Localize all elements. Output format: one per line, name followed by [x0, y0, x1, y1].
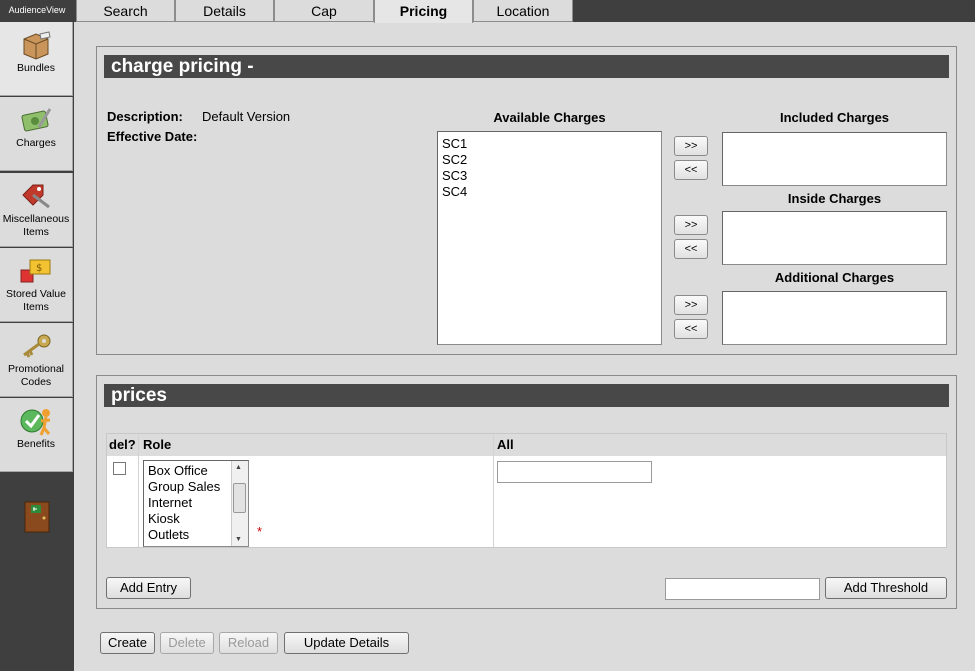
included-charges-list[interactable]: [722, 132, 947, 186]
add-additional-button[interactable]: >>: [674, 295, 708, 315]
all-price-input[interactable]: [497, 461, 652, 483]
scroll-thumb[interactable]: [233, 483, 246, 513]
sidebar: AudienceView Bundles Charges Miscellaneo…: [0, 0, 74, 671]
add-threshold-button[interactable]: Add Threshold: [825, 577, 947, 599]
misc-items-icon: [22, 184, 50, 209]
tab-location[interactable]: Location: [473, 0, 573, 22]
sidebar-item-label: Benefits: [17, 438, 55, 450]
included-charges-label: Included Charges: [779, 110, 890, 125]
svg-text:$: $: [36, 263, 42, 274]
sidebar-item-label: Promotional Codes: [7, 363, 65, 388]
description-label: Description:: [107, 109, 183, 124]
update-details-button[interactable]: Update Details: [284, 632, 409, 654]
charge-pricing-title: charge pricing -: [104, 55, 949, 78]
tab-pricing[interactable]: Pricing: [374, 0, 473, 23]
add-inside-button[interactable]: >>: [674, 215, 708, 235]
create-button[interactable]: Create: [100, 632, 155, 654]
inside-charges-label: Inside Charges: [787, 191, 882, 206]
list-item[interactable]: SC2: [438, 152, 661, 168]
prices-table: del? Role All Box Office Group Sales Int…: [106, 433, 947, 548]
additional-charges-list[interactable]: [722, 291, 947, 345]
tab-details[interactable]: Details: [175, 0, 274, 22]
sidebar-item-label: Bundles: [17, 62, 55, 74]
inside-charges-list[interactable]: [722, 211, 947, 265]
available-charges-label: Available Charges: [493, 110, 606, 125]
role-column-header: Role: [143, 437, 172, 452]
sidebar-item-label: Stored Value Items: [6, 288, 66, 313]
remove-included-button[interactable]: <<: [674, 160, 708, 180]
role-select[interactable]: Box Office Group Sales Internet Kiosk Ou…: [143, 460, 249, 547]
reload-button[interactable]: Reload: [219, 632, 278, 654]
column-divider: [493, 434, 494, 547]
sidebar-item-label: Miscellaneous Items: [2, 213, 70, 238]
remove-additional-button[interactable]: <<: [674, 319, 708, 339]
brand-logo: AudienceView: [0, 0, 74, 21]
description-value: Default Version: [202, 109, 291, 124]
role-scrollbar[interactable]: ▲ ▼: [231, 461, 248, 546]
additional-charges-label: Additional Charges: [774, 270, 895, 285]
all-column-header: All: [497, 437, 514, 452]
add-included-button[interactable]: >>: [674, 136, 708, 156]
delete-checkbox[interactable]: [113, 462, 126, 475]
prices-panel: prices del? Role All Box Office Group Sa…: [96, 375, 957, 609]
list-item[interactable]: SC3: [438, 168, 661, 184]
sidebar-item-stored-value-items[interactable]: $ Stored Value Items: [0, 248, 73, 322]
prices-title: prices: [104, 384, 949, 407]
tab-bar: Search Details Cap Pricing Location: [74, 0, 975, 23]
required-marker: *: [257, 524, 263, 539]
tab-cap[interactable]: Cap: [274, 0, 374, 22]
sidebar-item-bundles[interactable]: Bundles: [0, 22, 73, 96]
sidebar-item-charges[interactable]: Charges: [0, 97, 73, 171]
key-icon: [23, 334, 51, 358]
column-divider: [138, 434, 139, 547]
sidebar-item-promotional-codes[interactable]: Promotional Codes: [0, 323, 73, 397]
remove-inside-button[interactable]: <<: [674, 239, 708, 259]
list-item[interactable]: SC4: [438, 184, 661, 200]
del-column-header: del?: [109, 437, 136, 452]
bundles-icon: [23, 31, 51, 60]
add-entry-button[interactable]: Add Entry: [106, 577, 191, 599]
sidebar-item-benefits[interactable]: Benefits: [0, 398, 73, 472]
charges-icon: [21, 108, 52, 132]
exit-door-icon[interactable]: [24, 501, 50, 533]
delete-button[interactable]: Delete: [160, 632, 214, 654]
scroll-up-icon[interactable]: ▲: [235, 464, 242, 471]
sidebar-item-label: Charges: [16, 137, 56, 149]
list-item[interactable]: SC1: [438, 136, 661, 152]
sidebar-item-miscellaneous-items[interactable]: Miscellaneous Items: [0, 173, 73, 247]
tab-search[interactable]: Search: [76, 0, 175, 22]
available-charges-list[interactable]: SC1 SC2 SC3 SC4: [437, 131, 662, 345]
charge-pricing-panel: charge pricing - Description: Default Ve…: [96, 46, 957, 355]
threshold-input[interactable]: [665, 578, 820, 600]
stored-value-icon: $: [20, 259, 51, 283]
scroll-down-icon[interactable]: ▼: [235, 536, 242, 543]
benefits-icon: [20, 409, 51, 436]
table-header: del? Role All: [107, 434, 946, 456]
effective-date-label: Effective Date:: [107, 129, 198, 144]
